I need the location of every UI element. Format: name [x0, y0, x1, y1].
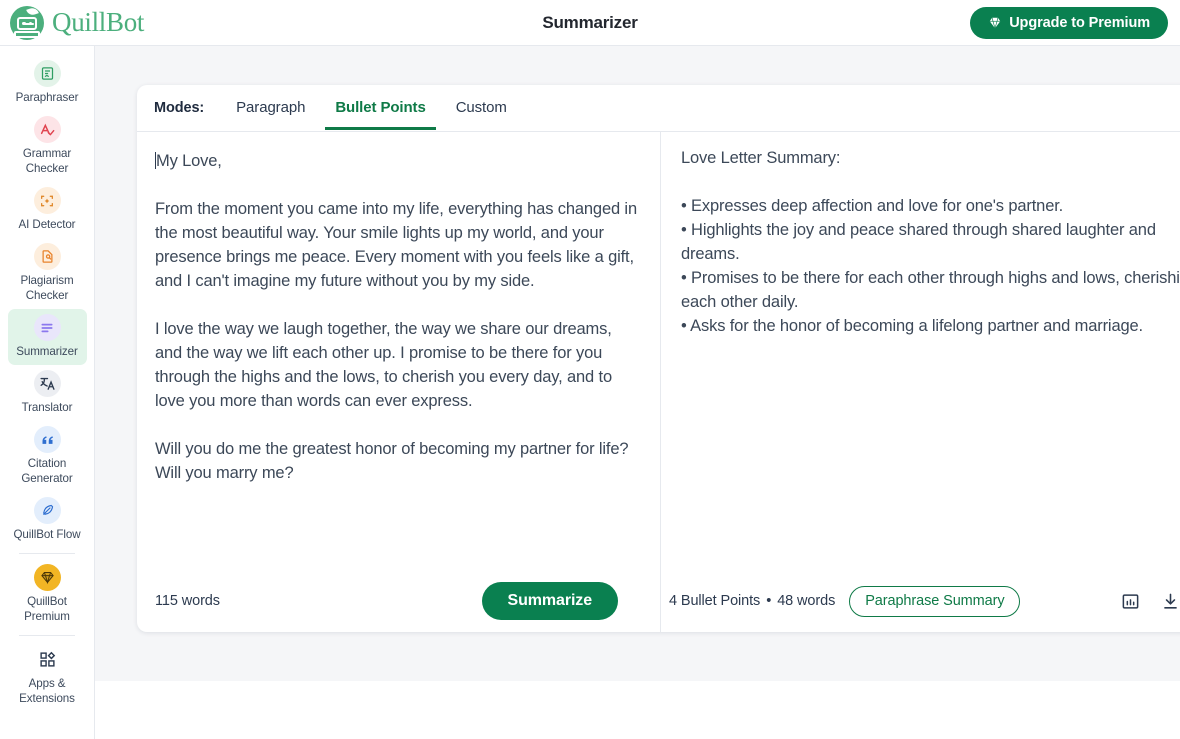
input-word-count: 115 words — [155, 593, 220, 609]
sidebar-item-label: Apps & Extensions — [19, 677, 75, 705]
summarize-button[interactable]: Summarize — [481, 582, 618, 620]
tab-paragraph[interactable]: Paragraph — [226, 86, 315, 130]
summarizer-card: Modes: Paragraph Bullet Points Custom My… — [137, 85, 1180, 632]
input-paragraph: My Love, — [155, 152, 222, 170]
summarizer-icon — [33, 314, 61, 341]
summary-title: Love Letter Summary: — [681, 149, 841, 167]
app-root: QuillBot Summarizer Upgrade to Premium P… — [0, 0, 1180, 739]
statistics-button[interactable] — [1115, 586, 1145, 616]
sidebar-divider — [19, 635, 75, 636]
bullet-count: 4 Bullet Points — [669, 593, 761, 609]
sidebar-item-label: Citation Generator — [21, 457, 73, 485]
input-paragraph: Will you do me the greatest honor of bec… — [155, 440, 629, 482]
sidebar-item-citation-generator[interactable]: Citation Generator — [8, 421, 87, 492]
main-content: Modes: Paragraph Bullet Points Custom My… — [95, 46, 1180, 681]
grid-apps-icon — [34, 646, 61, 673]
sidebar-item-label: AI Detector — [18, 218, 76, 231]
tab-bullet-points[interactable]: Bullet Points — [325, 86, 436, 130]
quote-icon — [33, 426, 61, 453]
upgrade-button-label: Upgrade to Premium — [1009, 15, 1150, 31]
sidebar-item-label: Translator — [21, 401, 73, 414]
summary-output[interactable]: Love Letter Summary: • Expresses deep af… — [661, 132, 1180, 570]
meta-separator: • — [766, 593, 772, 609]
plagiarism-checker-icon — [33, 243, 61, 270]
paraphraser-icon — [33, 60, 61, 87]
summary-bullet: • Expresses deep affection and love for … — [681, 197, 1064, 215]
page-bottom-area — [95, 681, 1180, 739]
sidebar-item-label: QuillBot Flow — [13, 528, 81, 541]
sidebar-item-label: QuillBot Premium — [24, 595, 70, 623]
sidebar-item-quillbot-premium[interactable]: QuillBot Premium — [8, 559, 87, 630]
translator-icon — [33, 370, 61, 397]
quillbot-robot-logo-icon — [10, 5, 44, 40]
statistics-icon — [1122, 593, 1138, 609]
sidebar-item-label: Grammar Checker — [22, 147, 72, 175]
input-footer-bar: 115 words Summarize — [137, 570, 660, 632]
download-icon — [1163, 593, 1177, 609]
output-word-count: 48 words — [777, 593, 836, 609]
sidebar-item-grammar-checker[interactable]: Grammar Checker — [8, 111, 87, 182]
sidebar-item-paraphraser[interactable]: Paraphraser — [8, 55, 87, 111]
sidebar-item-translator[interactable]: Translator — [8, 365, 87, 421]
upgrade-to-premium-button[interactable]: Upgrade to Premium — [970, 7, 1168, 39]
output-footer-bar: 4 Bullet Points • 48 words Paraphrase Su… — [661, 570, 1180, 632]
sidebar: Paraphraser Grammar Checker AI Detector — [0, 46, 95, 739]
grammar-check-icon — [33, 116, 61, 143]
brand-name: QuillBot — [52, 7, 145, 37]
paraphrase-summary-button[interactable]: Paraphrase Summary — [849, 585, 1021, 617]
modes-label: Modes: — [154, 100, 205, 116]
input-panel: My Love, From the moment you came into m… — [137, 132, 661, 632]
modes-toolbar: Modes: Paragraph Bullet Points Custom — [137, 85, 1180, 132]
brand[interactable]: QuillBot — [0, 5, 300, 40]
source-text-editor[interactable]: My Love, From the moment you came into m… — [137, 132, 660, 570]
sidebar-item-label: Plagiarism Checker — [20, 274, 74, 302]
output-panel: Love Letter Summary: • Expresses deep af… — [661, 132, 1180, 632]
diamond-icon — [989, 17, 1001, 30]
summary-bullet: • Promises to be there for each other th… — [681, 269, 1180, 311]
input-paragraph: I love the way we laugh together, the wa… — [155, 320, 612, 410]
panes: My Love, From the moment you came into m… — [137, 132, 1180, 632]
download-button[interactable] — [1155, 586, 1180, 616]
ai-detector-icon — [33, 187, 61, 214]
sidebar-item-ai-detector[interactable]: AI Detector — [8, 182, 87, 238]
sidebar-item-label: Paraphraser — [15, 91, 79, 104]
sidebar-item-plagiarism-checker[interactable]: Plagiarism Checker — [8, 238, 87, 309]
sidebar-item-label: Summarizer — [16, 345, 78, 358]
input-paragraph: From the moment you came into my life, e… — [155, 200, 637, 290]
sidebar-item-quillbot-flow[interactable]: QuillBot Flow — [8, 492, 87, 548]
summary-bullet: • Asks for the honor of becoming a lifel… — [681, 317, 1143, 335]
feather-pen-icon — [33, 497, 61, 524]
sidebar-item-summarizer[interactable]: Summarizer — [7, 309, 87, 365]
tab-custom[interactable]: Custom — [446, 86, 517, 130]
diamond-icon — [33, 564, 61, 591]
sidebar-divider — [19, 553, 75, 554]
summary-bullet: • Highlights the joy and peace shared th… — [681, 221, 1156, 263]
app-header: QuillBot Summarizer Upgrade to Premium — [0, 0, 1180, 46]
sidebar-item-apps-extensions[interactable]: Apps & Extensions — [8, 641, 87, 712]
